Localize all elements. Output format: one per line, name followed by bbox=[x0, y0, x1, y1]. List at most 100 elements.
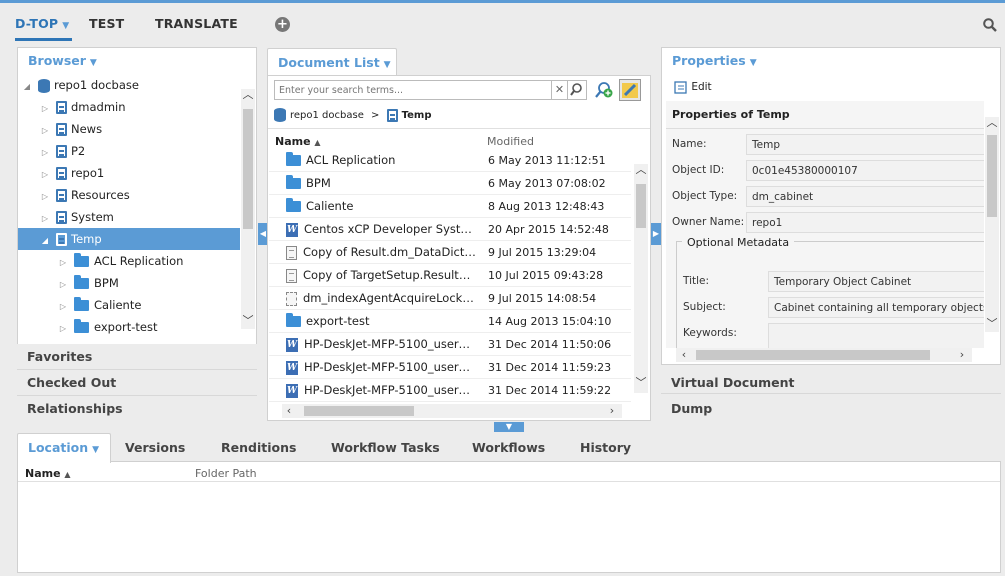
tab-workflow-tasks[interactable]: Workflow Tasks bbox=[331, 440, 440, 455]
properties-hscrollbar[interactable] bbox=[676, 348, 972, 362]
tree-item[interactable]: ▷ export-test bbox=[18, 316, 240, 338]
tab-renditions[interactable]: Renditions bbox=[221, 440, 296, 455]
scroll-left-icon[interactable]: ‹ bbox=[678, 349, 690, 361]
modified-date: 31 Dec 2014 11:59:22 bbox=[488, 384, 612, 397]
search-submit-button[interactable] bbox=[568, 80, 587, 100]
tree-item[interactable]: ◢ Temp bbox=[18, 228, 240, 250]
tree-item[interactable]: ▷ News bbox=[18, 118, 240, 140]
tree-item[interactable]: ▷ repo1 bbox=[18, 162, 240, 184]
expand-toggle-icon[interactable]: ▷ bbox=[58, 252, 68, 274]
expand-toggle-icon[interactable]: ▷ bbox=[40, 164, 50, 186]
bottom-column-folder-path[interactable]: Folder Path bbox=[195, 467, 257, 480]
section-relationships[interactable]: Relationships bbox=[27, 401, 123, 416]
document-name-cell: ACL Replication bbox=[286, 149, 476, 172]
expand-toggle-icon[interactable]: ▷ bbox=[40, 186, 50, 208]
edit-mode-button[interactable] bbox=[619, 79, 641, 101]
section-favorites[interactable]: Favorites bbox=[27, 349, 92, 364]
search-input[interactable] bbox=[275, 81, 551, 99]
scroll-right-icon[interactable]: › bbox=[956, 349, 968, 361]
optional-property-field[interactable] bbox=[768, 323, 984, 348]
folder-icon bbox=[286, 198, 301, 212]
document-row[interactable]: W HP-DeskJet-MFP-5100_usergui… 31 Dec 2014… bbox=[269, 379, 631, 402]
tab-test[interactable]: TEST bbox=[89, 16, 124, 31]
tab-workflows[interactable]: Workflows bbox=[472, 440, 545, 455]
document-row[interactable]: ACL Replication 6 May 2013 11:12:51 bbox=[269, 149, 631, 172]
expand-toggle-icon[interactable]: ▷ bbox=[40, 208, 50, 230]
collapse-toggle-icon[interactable]: ◢ bbox=[22, 76, 32, 98]
section-dump[interactable]: Dump bbox=[671, 401, 712, 416]
scroll-right-icon[interactable]: › bbox=[606, 405, 618, 417]
document-row[interactable]: dm_indexAgentAcquireLock_FT… 9 Jul 2015 1… bbox=[269, 287, 631, 310]
edit-button[interactable]: Edit bbox=[674, 80, 712, 94]
tree-item[interactable]: ▷ System bbox=[18, 206, 240, 228]
document-list-title[interactable]: Document List ▼ bbox=[278, 55, 391, 70]
tree-item[interactable]: ◢ repo1 docbase bbox=[18, 74, 240, 96]
tab-d-top[interactable]: D-TOP ▼ bbox=[15, 16, 73, 41]
tree-item[interactable]: ▷ BPM bbox=[18, 272, 240, 294]
column-header-modified[interactable]: Modified bbox=[487, 135, 534, 148]
expand-toggle-icon[interactable]: ▷ bbox=[58, 318, 68, 340]
optional-property-field[interactable]: Temporary Object Cabinet bbox=[768, 271, 984, 292]
document-row[interactable]: Copy of Result.dm_DataDiction… 9 Jul 2015… bbox=[269, 241, 631, 264]
cabinet-icon bbox=[56, 233, 67, 246]
tree-item[interactable]: ▷ Resources bbox=[18, 184, 240, 206]
search-icon[interactable] bbox=[983, 18, 997, 32]
document-row[interactable]: export-test 14 Aug 2013 15:04:10 bbox=[269, 310, 631, 333]
bottom-column-name[interactable]: Name ▲ bbox=[25, 467, 71, 480]
tab-translate[interactable]: TRANSLATE bbox=[155, 16, 238, 31]
modified-date: 10 Jul 2015 09:43:28 bbox=[488, 269, 604, 282]
advanced-search-icon[interactable] bbox=[594, 80, 614, 100]
tab-location[interactable]: Location ▼ bbox=[28, 440, 99, 455]
document-row[interactable]: BPM 6 May 2013 07:08:02 bbox=[269, 172, 631, 195]
scroll-down-icon[interactable]: ﹀ bbox=[635, 377, 647, 389]
expand-toggle-icon[interactable]: ▷ bbox=[40, 120, 50, 142]
scrollbar-thumb[interactable] bbox=[243, 109, 253, 229]
scrollbar-thumb[interactable] bbox=[987, 135, 997, 217]
document-name-cell: dm_indexAgentAcquireLock_FT… bbox=[286, 287, 476, 310]
cabinet-icon bbox=[56, 101, 67, 114]
tab-history[interactable]: History bbox=[580, 440, 631, 455]
doclist-scrollbar[interactable] bbox=[634, 164, 648, 393]
scroll-down-icon[interactable]: ﹀ bbox=[242, 315, 254, 327]
properties-scrollbar[interactable] bbox=[985, 117, 999, 332]
properties-title[interactable]: Properties ▼ bbox=[672, 53, 757, 68]
tree-item[interactable]: ▷ dmadmin bbox=[18, 96, 240, 118]
expand-toggle-icon[interactable]: ▷ bbox=[40, 98, 50, 120]
optional-property-field[interactable]: Cabinet containing all temporary objects… bbox=[768, 297, 984, 318]
expand-toggle-icon[interactable]: ▷ bbox=[58, 274, 68, 296]
breadcrumb-docbase[interactable]: repo1 docbase bbox=[290, 110, 364, 121]
folder-icon bbox=[74, 253, 89, 267]
scrollbar-thumb[interactable] bbox=[636, 184, 646, 228]
clear-search-icon[interactable]: ✕ bbox=[552, 80, 568, 100]
tree-item[interactable]: ▷ P2 bbox=[18, 140, 240, 162]
scroll-down-icon[interactable]: ﹀ bbox=[986, 318, 998, 330]
document-row[interactable]: Caliente 8 Aug 2013 12:48:43 bbox=[269, 195, 631, 218]
collapse-toggle-icon[interactable]: ◢ bbox=[40, 230, 50, 252]
expand-toggle-icon[interactable]: ▷ bbox=[58, 296, 68, 318]
browser-tree-scrollbar[interactable] bbox=[241, 89, 255, 329]
scrollbar-thumb[interactable] bbox=[304, 406, 414, 416]
properties-content: Properties of Temp Name: Temp Object ID: 0c… bbox=[666, 101, 984, 348]
scrollbar-thumb[interactable] bbox=[696, 350, 930, 360]
collapse-right-handle[interactable]: ▶ bbox=[651, 223, 661, 245]
scroll-up-icon[interactable]: ︿ bbox=[242, 89, 254, 101]
tab-versions[interactable]: Versions bbox=[125, 440, 185, 455]
document-name-cell: export-test bbox=[286, 310, 476, 333]
expand-toggle-icon[interactable]: ▷ bbox=[40, 142, 50, 164]
doclist-hscrollbar[interactable] bbox=[282, 404, 622, 418]
column-header-name[interactable]: Name ▲ bbox=[275, 135, 321, 148]
add-tab-icon[interactable]: + bbox=[275, 17, 290, 32]
scroll-up-icon[interactable]: ︿ bbox=[986, 117, 998, 129]
section-virtual-document[interactable]: Virtual Document bbox=[671, 375, 795, 390]
document-row[interactable]: Copy of TargetSetup.Result(1.0) 10 Jul 20… bbox=[269, 264, 631, 287]
document-row[interactable]: W HP-DeskJet-MFP-5100_usergui… 31 Dec 2014… bbox=[269, 333, 631, 356]
scroll-left-icon[interactable]: ‹ bbox=[283, 405, 295, 417]
tree-item[interactable]: ▷ ACL Replication bbox=[18, 250, 240, 272]
section-checked-out[interactable]: Checked Out bbox=[27, 375, 116, 390]
document-row[interactable]: W Centos xCP Developer System.d… 20 Apr 20… bbox=[269, 218, 631, 241]
browser-panel-title[interactable]: Browser ▼ bbox=[28, 53, 97, 68]
scroll-up-icon[interactable]: ︿ bbox=[635, 164, 647, 176]
document-row[interactable]: W HP-DeskJet-MFP-5100_usergui… 31 Dec 2014… bbox=[269, 356, 631, 379]
collapse-bottom-handle[interactable]: ▼ bbox=[494, 422, 524, 432]
tree-item[interactable]: ▷ Caliente bbox=[18, 294, 240, 316]
